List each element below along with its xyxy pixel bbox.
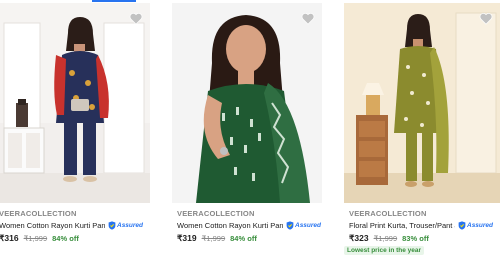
product-title-row: Women Cotton Rayon Kurti Pant ... Assure… [0, 219, 143, 231]
selling-price: ₹316 [0, 233, 19, 243]
product-card[interactable]: VEERACOLLECTION Floral Print Kurta, Trou… [344, 3, 500, 255]
discount-percent: 84% off [52, 234, 79, 243]
heart-icon[interactable] [479, 12, 493, 25]
assured-badge: Assured [458, 220, 494, 230]
shield-icon [108, 220, 116, 230]
assured-label: Assured [295, 221, 322, 229]
lowest-price-tag: Lowest price in the year [344, 246, 425, 255]
product-title[interactable]: Women Cotton Rayon Kurti Pant ... [177, 221, 283, 230]
heart-icon[interactable] [301, 12, 315, 25]
selling-price: ₹319 [177, 233, 197, 243]
product-card[interactable]: VEERACOLLECTION Women Cotton Rayon Kurti… [0, 3, 150, 255]
original-price: ₹1,999 [23, 234, 48, 243]
price-row: ₹316 ₹1,999 84% off [0, 233, 79, 244]
product-photo [344, 3, 500, 203]
selling-price: ₹323 [349, 233, 369, 243]
discount-percent: 83% off [402, 234, 429, 243]
assured-label: Assured [467, 221, 494, 229]
product-title[interactable]: Women Cotton Rayon Kurti Pant ... [0, 221, 105, 230]
heart-icon[interactable] [129, 12, 143, 25]
assured-badge: Assured [108, 220, 144, 230]
shield-icon [286, 220, 294, 230]
product-title-row: Floral Print Kurta, Trouser/Pant & ... A… [349, 219, 493, 231]
product-image[interactable] [0, 3, 150, 203]
product-image[interactable] [344, 3, 500, 203]
product-grid: VEERACOLLECTION Women Cotton Rayon Kurti… [0, 0, 500, 255]
product-brand: VEERACOLLECTION [177, 209, 255, 218]
product-image[interactable] [172, 3, 322, 203]
product-title[interactable]: Floral Print Kurta, Trouser/Pant & ... [349, 221, 455, 230]
product-photo [172, 3, 322, 203]
original-price: ₹1,999 [373, 234, 398, 243]
product-card[interactable]: VEERACOLLECTION Women Cotton Rayon Kurti… [172, 3, 322, 255]
product-brand: VEERACOLLECTION [349, 209, 427, 218]
assured-label: Assured [117, 221, 144, 229]
assured-badge: Assured [286, 220, 322, 230]
product-brand: VEERACOLLECTION [0, 209, 77, 218]
discount-percent: 84% off [230, 234, 257, 243]
price-row: ₹323 ₹1,999 83% off [349, 233, 429, 244]
original-price: ₹1,999 [201, 234, 226, 243]
product-title-row: Women Cotton Rayon Kurti Pant ... Assure… [177, 219, 321, 231]
price-row: ₹319 ₹1,999 84% off [177, 233, 257, 244]
product-photo [0, 3, 150, 203]
shield-icon [458, 220, 466, 230]
